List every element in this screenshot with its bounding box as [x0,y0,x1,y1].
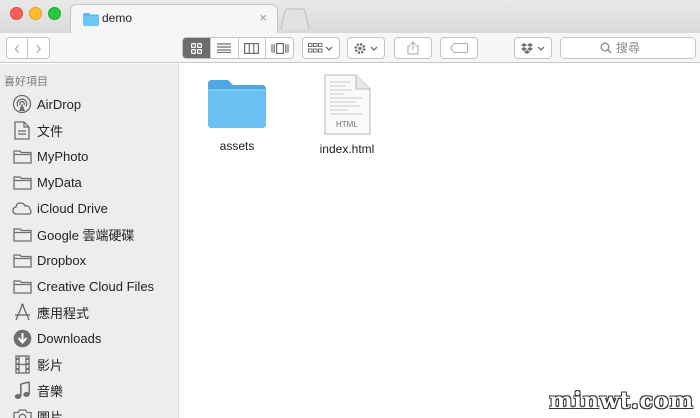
icon-view-icon [190,42,202,54]
file-item-assets[interactable]: assets [192,78,282,153]
sidebar-item-mydata[interactable]: MyData [0,169,178,195]
folder-icon [11,250,33,270]
sidebar-item-creative-cloud-files[interactable]: Creative Cloud Files [0,273,178,299]
sidebar-item-movies[interactable]: 影片 [0,351,178,377]
sidebar-item-music[interactable]: 音樂 [0,377,178,403]
sidebar-item-airdrop[interactable]: AirDrop [0,91,178,117]
sidebar-item-label: Creative Cloud Files [37,278,155,294]
sidebar-item-label: MyPhoto [37,148,89,164]
sidebar-item-google-drive[interactable]: Google 雲端硬碟 [0,221,178,247]
sidebar-item-myphoto[interactable]: MyPhoto [0,143,178,169]
title-bar: demo × [0,0,700,33]
close-tab-icon[interactable]: × [259,10,267,25]
column-view-button[interactable] [239,38,267,58]
sidebar-item-label: Google 雲端硬碟 [37,227,135,243]
cloud-icon [11,198,33,218]
search-field[interactable] [560,37,696,59]
sidebar-item-label: 影片 [37,357,64,373]
new-tab-button[interactable] [280,8,310,30]
folder-icon [11,146,33,166]
cover-flow-icon [271,42,289,54]
share-button[interactable] [394,37,432,59]
search-input[interactable] [616,41,656,55]
camera-icon [11,406,33,418]
chevron-left-icon: ‹ [14,38,20,58]
file-browser-content: assets HTML index.html [180,64,700,418]
sidebar-section-favorites: 喜好項目 [4,76,48,88]
minimize-window-button[interactable] [29,7,42,20]
sidebar: 喜好項目 AirDrop 文件 MyPhoto MyData iCloud Dr… [0,64,179,418]
share-icon [407,41,419,55]
folder-icon [11,224,33,244]
folder-icon [11,172,33,192]
list-view-button[interactable] [211,38,239,58]
zoom-window-button[interactable] [48,7,61,20]
gear-icon [354,42,378,54]
chevron-right-icon: › [35,38,42,58]
file-name: assets [219,139,255,153]
file-type-badge: HTML [336,120,358,129]
sidebar-item-icloud-drive[interactable]: iCloud Drive [0,195,178,221]
back-button[interactable]: ‹ [6,37,28,59]
sidebar-item-pictures[interactable]: 圖片 [0,403,178,418]
applications-icon [11,302,33,322]
action-button[interactable] [347,37,385,59]
sidebar-item-label: AirDrop [37,96,82,112]
file-item-index-html[interactable]: HTML index.html [302,74,392,156]
airdrop-icon [11,94,33,114]
dropbox-button[interactable] [514,37,552,59]
close-window-button[interactable] [10,7,23,20]
tags-button[interactable] [440,37,478,59]
html-file-icon: HTML [322,74,372,136]
sidebar-item-label: Dropbox [37,252,87,268]
arrange-button[interactable] [302,37,340,59]
sidebar-item-label: 音樂 [37,383,64,399]
search-icon [600,42,612,54]
music-icon [11,380,33,400]
tag-icon [450,43,468,53]
film-icon [11,354,33,374]
file-name: index.html [319,142,375,156]
column-view-icon [244,42,260,54]
forward-button[interactable]: › [28,37,50,59]
sidebar-item-label: 圖片 [37,409,64,418]
toolbar: ‹ › [0,33,700,63]
sidebar-item-downloads[interactable]: Downloads [0,325,178,351]
sidebar-item-label: Downloads [37,330,102,346]
cover-flow-view-button[interactable] [266,38,293,58]
sidebar-item-dropbox[interactable]: Dropbox [0,247,178,273]
sidebar-item-documents[interactable]: 文件 [0,117,178,143]
sidebar-item-label: iCloud Drive [37,200,108,216]
tab-title: demo [102,11,133,25]
sidebar-item-label: 文件 [37,123,64,139]
sidebar-item-applications[interactable]: 應用程式 [0,299,178,325]
sidebar-item-label: MyData [37,174,82,190]
view-mode-control [182,37,294,59]
icon-view-button[interactable] [183,38,211,58]
folder-icon [11,276,33,296]
arrange-grid-icon [308,42,333,52]
download-icon [11,328,33,348]
tab-demo[interactable]: demo × [70,4,278,33]
folder-icon [206,78,268,133]
dropbox-icon [521,42,545,54]
list-view-icon [217,43,232,53]
folder-icon [83,13,99,29]
document-icon [11,120,33,140]
sidebar-item-label: 應用程式 [37,305,90,321]
watermark: minwt.com [549,388,694,414]
